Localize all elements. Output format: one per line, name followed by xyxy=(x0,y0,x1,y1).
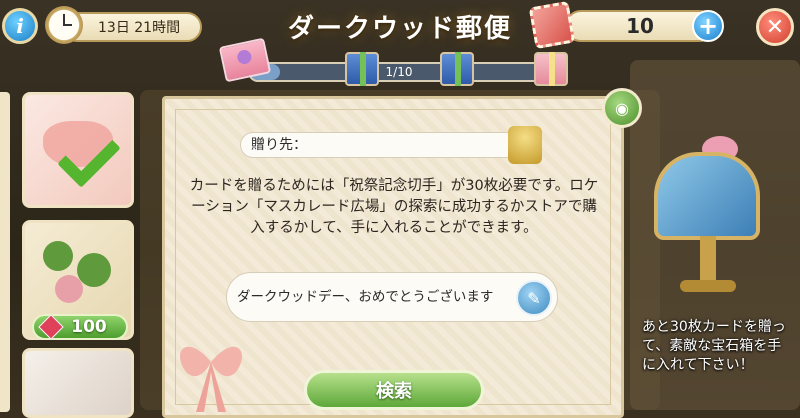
recipient-field[interactable]: 贈り先： xyxy=(240,132,532,158)
clock-icon xyxy=(45,6,83,44)
preview-button[interactable]: ◉ xyxy=(602,88,642,128)
eye-icon: ◉ xyxy=(615,98,629,118)
clover-icon xyxy=(77,253,111,287)
instruction-text: カードを贈るためには「祝祭記念切手」が30枚必要です。ロケーション「マスカレード… xyxy=(189,178,599,236)
ribbon-decoration xyxy=(180,346,242,412)
price-text: 100 xyxy=(71,317,107,337)
progress-label: 1/10 xyxy=(385,65,413,79)
card-design-bow-selected[interactable] xyxy=(22,92,134,208)
pen-icon: ✎ xyxy=(527,288,541,308)
search-button[interactable]: 検索 xyxy=(304,370,484,410)
clover-icon xyxy=(43,241,73,271)
friends-icon[interactable] xyxy=(508,126,542,164)
mailbox-icon xyxy=(654,152,760,240)
stamp-count: 10 xyxy=(626,14,654,38)
close-icon: ✕ xyxy=(765,14,785,40)
add-stamps-button[interactable]: + xyxy=(692,10,724,42)
search-button-label: 検索 xyxy=(376,381,412,402)
reward-hint: あと30枚カードを贈って、素敵な宝石箱を手に入れて下さい！ xyxy=(642,319,786,373)
stamp-icon xyxy=(528,0,576,50)
gift-reward-icon[interactable] xyxy=(534,52,568,86)
progress-bar: 1/10 xyxy=(248,62,550,82)
close-button[interactable]: ✕ xyxy=(756,8,794,46)
info-icon: i xyxy=(16,14,24,38)
recipient-label: 贈り先： xyxy=(251,137,307,153)
mailbox-post xyxy=(700,236,716,286)
card-message-text: ダークウッドデー、おめでとうございます xyxy=(237,289,494,305)
edit-message-button[interactable]: ✎ xyxy=(516,280,552,316)
info-button[interactable]: i xyxy=(2,8,38,44)
mailbox-base xyxy=(680,280,736,292)
clover-icon xyxy=(55,275,83,303)
gift-reward-icon[interactable] xyxy=(440,52,474,86)
card-design-flower[interactable] xyxy=(22,348,134,418)
gift-reward-icon[interactable] xyxy=(345,52,379,86)
timer-text: 13日 21時間 xyxy=(98,20,181,36)
left-edge-tab[interactable] xyxy=(0,92,10,412)
plus-icon: + xyxy=(697,12,719,40)
card-message-field[interactable]: ダークウッドデー、おめでとうございます xyxy=(226,272,558,322)
page-title: ダークウッド郵便 xyxy=(287,14,512,44)
event-timer: 13日 21時間 xyxy=(62,12,202,42)
